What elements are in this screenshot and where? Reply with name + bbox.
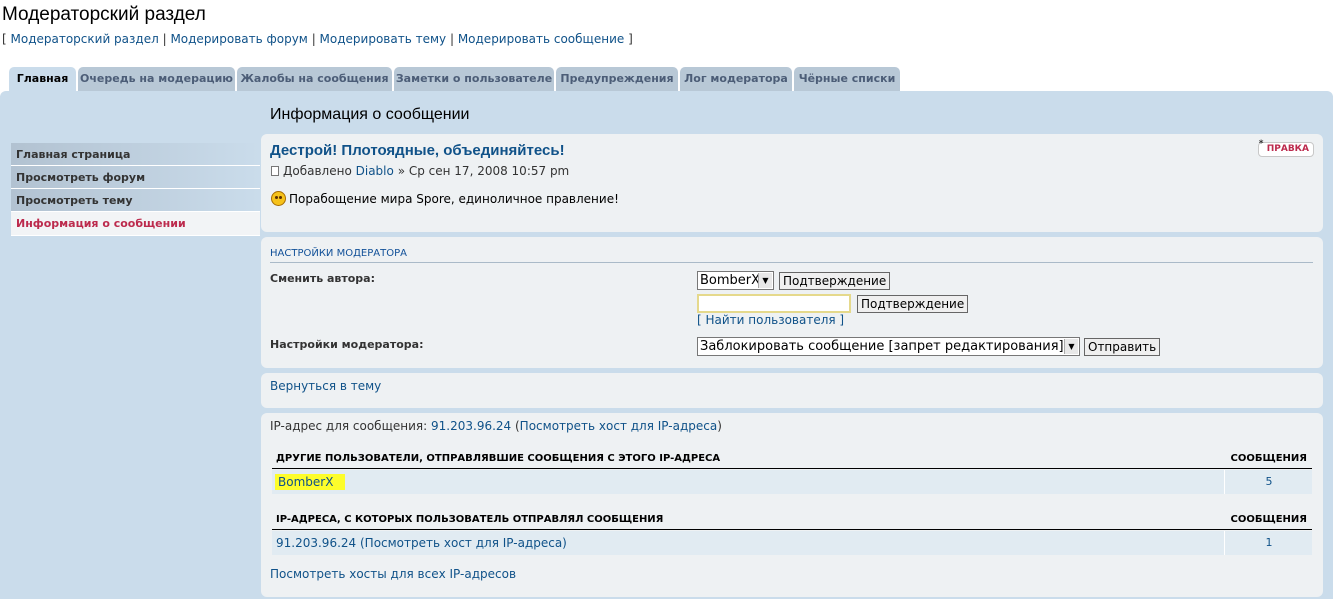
ip-prefix: IP-адрес для сообщения: — [270, 419, 428, 433]
ip-cell: 91.203.96.24 (Посмотреть хост для IP-адр… — [272, 531, 1225, 555]
ips-column-header: IP-АДРЕСА, С КОТОРЫХ ПОЛЬЗОВАТЕЛЬ ОТПРАВ… — [276, 514, 664, 525]
edit-button[interactable]: * ПРАВКА — [1257, 139, 1314, 157]
menu-item-front-page[interactable]: Главная страница — [11, 143, 260, 166]
back-to-topic-link[interactable]: Вернуться в тему — [270, 379, 381, 393]
ip-posts-count: 1 — [1265, 536, 1273, 549]
tab-reports[interactable]: Жалобы на сообщения — [237, 67, 392, 91]
change-author-label: Сменить автора: — [270, 272, 376, 285]
post-meta: Добавлено Diablo » Ср сен 17, 2008 10:57… — [271, 164, 569, 178]
star-icon: * — [1258, 139, 1264, 149]
tab-warnings[interactable]: Предупреждения — [556, 67, 678, 91]
breadcrumb: [ Модераторский раздел | Модерировать фо… — [2, 32, 633, 46]
ip-row-lookup-link[interactable]: (Посмотреть хост для IP-адреса) — [360, 536, 567, 550]
author-link[interactable]: Diablo — [356, 164, 394, 178]
ip-info-box: IP-адрес для сообщения: 91.203.96.24 (По… — [261, 413, 1323, 597]
added-label: Добавлено — [283, 164, 352, 178]
ip-row-link[interactable]: 91.203.96.24 — [276, 536, 356, 550]
user-cell: BomberX — [272, 470, 1225, 494]
post-body: Порабощение мира Spore, единоличное прав… — [271, 191, 619, 206]
table-row: 91.203.96.24 (Посмотреть хост для IP-адр… — [272, 531, 1312, 555]
action-select-value: Заблокировать сообщение [запрет редактир… — [700, 339, 1064, 354]
post-title[interactable]: Дестрой! Плотоядные, объединяйтесь! — [270, 142, 565, 159]
link-moderate-topic[interactable]: Модерировать тему — [320, 32, 447, 46]
separator: | — [446, 32, 458, 46]
user-posts-count[interactable]: 5 — [1226, 470, 1312, 494]
submit-button[interactable]: Отправить — [1084, 338, 1161, 356]
evil-smiley-icon — [271, 191, 286, 206]
table-row: BomberX 5 — [272, 470, 1312, 494]
chevron-down-icon: ▼ — [758, 273, 772, 288]
confirm-author-button[interactable]: Подтверждение — [779, 272, 891, 290]
back-box: Вернуться в тему — [261, 373, 1323, 408]
author-select-value: BomberX — [700, 273, 761, 288]
bracket-close: ] — [624, 32, 633, 46]
ips-table-header: IP-АДРЕСА, С КОТОРЫХ ПОЛЬЗОВАТЕЛЬ ОТПРАВ… — [272, 506, 1312, 530]
users-table-header: ДРУГИЕ ПОЛЬЗОВАТЕЛИ, ОТПРАВЛЯВШИЕ СООБЩЕ… — [272, 445, 1312, 469]
link-mcp[interactable]: Модераторский раздел — [11, 32, 159, 46]
page-title: Модераторский раздел — [2, 4, 206, 25]
side-menu: Главная страница Просмотреть форум Просм… — [11, 143, 260, 236]
tab-ban[interactable]: Чёрные списки — [794, 67, 900, 91]
post-date: » Ср сен 17, 2008 10:57 pm — [397, 164, 570, 178]
lookup-host-link[interactable]: Посмотреть хост для IP-адреса — [520, 419, 718, 433]
moderator-options-label: Настройки модератора: — [270, 338, 424, 351]
post-icon — [271, 166, 279, 176]
tab-mod-log[interactable]: Лог модератора — [680, 67, 792, 91]
tab-user-notes[interactable]: Заметки о пользователе — [394, 67, 554, 91]
ip-info-line: IP-адрес для сообщения: 91.203.96.24 (По… — [270, 419, 722, 433]
bracket-open: [ — [2, 32, 11, 46]
author-select[interactable]: BomberX ▼ — [697, 271, 774, 290]
edit-label: ПРАВКА — [1266, 144, 1309, 154]
moderator-settings-box: НАСТРОЙКИ МОДЕРАТОРА Сменить автора: Bom… — [261, 237, 1323, 368]
link-moderate-forum[interactable]: Модерировать форум — [170, 32, 307, 46]
user-link[interactable]: BomberX — [275, 474, 346, 490]
find-user-link[interactable]: [ Найти пользователя ] — [697, 313, 844, 327]
moderator-settings-heading: НАСТРОЙКИ МОДЕРАТОРА — [270, 248, 1313, 263]
tab-moderation-queue[interactable]: Очередь на модерацию — [78, 67, 235, 91]
users-column-header: ДРУГИЕ ПОЛЬЗОВАТЕЛИ, ОТПРАВЛЯВШИЕ СООБЩЕ… — [276, 453, 721, 464]
posts-column-header: СООБЩЕНИЯ — [1230, 514, 1308, 525]
separator: | — [307, 32, 320, 46]
moderator-action-select[interactable]: Заблокировать сообщение [запрет редактир… — [697, 337, 1080, 356]
all-hosts-link[interactable]: Посмотреть хосты для всех IP-адресов — [270, 567, 516, 581]
tab-main[interactable]: Главная — [9, 67, 76, 93]
menu-item-post-details[interactable]: Информация о сообщении — [11, 212, 260, 236]
menu-item-view-topic[interactable]: Просмотреть тему — [11, 189, 260, 212]
confirm-username-button[interactable]: Подтверждение — [857, 295, 969, 313]
chevron-down-icon: ▼ — [1064, 339, 1078, 354]
separator: | — [158, 32, 171, 46]
author-username-input[interactable] — [697, 294, 851, 313]
menu-item-view-forum[interactable]: Просмотреть форум — [11, 166, 260, 189]
post-box: Дестрой! Плотоядные, объединяйтесь! * ПРА… — [261, 134, 1323, 232]
ip-link[interactable]: 91.203.96.24 — [431, 419, 511, 433]
posts-column-header: СООБЩЕНИЯ — [1230, 453, 1308, 464]
post-text: Порабощение мира Spore, единоличное прав… — [289, 192, 619, 206]
section-title: Информация о сообщении — [270, 106, 470, 123]
link-moderate-post[interactable]: Модерировать сообщение — [458, 32, 624, 46]
